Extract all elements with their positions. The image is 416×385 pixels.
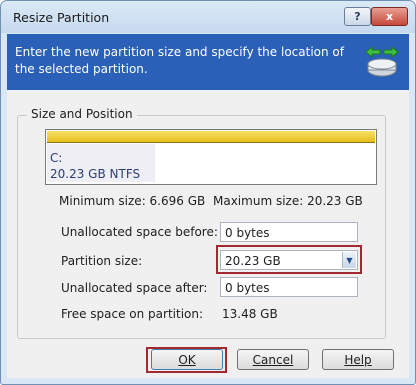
free-space-label: Free space on partition:: [61, 307, 204, 321]
partition-map[interactable]: C: 20.23 GB NTFS: [45, 129, 377, 185]
resize-disk-icon: [365, 45, 399, 77]
window-title: Resize Partition: [13, 10, 110, 25]
unallocated-before-input[interactable]: 0 bytes: [220, 222, 358, 242]
help-button[interactable]: Help: [322, 349, 394, 370]
partition-size-highlight: [216, 245, 362, 274]
partition-drive-letter: C:: [50, 151, 63, 165]
partition-size-label: Partition size:: [61, 254, 143, 268]
unallocated-before-label: Unallocated space before:: [61, 225, 218, 239]
unallocated-before-value: 0 bytes: [225, 226, 270, 240]
title-help-button[interactable]: ?: [344, 7, 371, 26]
banner-text: Enter the new partition size and specify…: [15, 45, 344, 76]
close-button[interactable]: x: [371, 7, 408, 26]
ok-button[interactable]: OK: [151, 349, 223, 370]
free-space-value: 13.48 GB: [222, 307, 278, 321]
group-label: Size and Position: [27, 107, 137, 121]
resize-partition-dialog: Resize Partition ? x Enter the new parti…: [0, 0, 416, 385]
maximum-size-label: Maximum size: 20.23 GB: [213, 194, 363, 208]
unallocated-after-label: Unallocated space after:: [61, 281, 208, 295]
instruction-banner: Enter the new partition size and specify…: [7, 34, 409, 90]
minimum-size-label: Minimum size: 6.696 GB: [59, 194, 206, 208]
unallocated-after-value: 0 bytes: [225, 281, 270, 295]
unallocated-after-input[interactable]: 0 bytes: [220, 277, 358, 297]
partition-info: 20.23 GB NTFS: [50, 167, 141, 181]
cancel-button[interactable]: Cancel: [237, 349, 309, 370]
partition-bar[interactable]: [47, 131, 375, 143]
title-bar[interactable]: Resize Partition ? x: [1, 1, 415, 33]
